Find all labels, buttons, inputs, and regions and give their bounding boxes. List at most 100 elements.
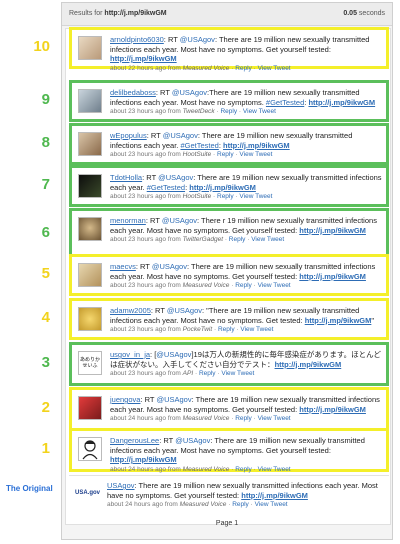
reply-link[interactable]: Reply	[217, 151, 234, 158]
usa-gov-logo-icon[interactable]: USA.gov	[75, 482, 100, 506]
tweet-username-link[interactable]: delilbedaboss	[110, 88, 156, 97]
tweet-source[interactable]: PockeTwit	[183, 326, 213, 333]
tweet-mention-link[interactable]: @USAgov	[167, 306, 202, 315]
person-photo-icon[interactable]	[78, 263, 102, 287]
tweet-username-link[interactable]: juengova	[110, 395, 140, 404]
view-tweet-link[interactable]: View Tweet	[243, 108, 276, 115]
cartoon-face-icon[interactable]	[78, 307, 102, 331]
tweet-timestamp[interactable]: about 23 hours ago	[110, 108, 166, 115]
results-for: Results for http://j.mp/9ikwGM	[69, 10, 167, 17]
tweet-source[interactable]: TwitterGadget	[183, 236, 223, 243]
person-photo-icon[interactable]	[78, 36, 102, 60]
rank-number: 8	[41, 134, 50, 151]
reply-link[interactable]: Reply	[235, 415, 252, 422]
tweet-timestamp[interactable]: about 23 hours ago	[110, 370, 166, 377]
rank-number: 3	[41, 354, 50, 371]
tweet-timestamp[interactable]: about 23 hours ago	[110, 282, 166, 289]
view-tweet-link[interactable]: View Tweet	[258, 415, 291, 422]
tweet-hashtag-link[interactable]: #GetTested	[266, 98, 304, 107]
view-tweet-link[interactable]: View Tweet	[258, 282, 291, 289]
tweet-hashtag-link[interactable]: #GetTested	[180, 141, 218, 150]
view-tweet-link[interactable]: View Tweet	[240, 326, 273, 333]
japanese-text-avatar-icon[interactable]: あめりか せいふ	[78, 351, 102, 375]
tweet-url-link[interactable]: http://j.mp/9ikwGM	[223, 141, 290, 150]
tweet-username-link[interactable]: TdotHolla	[110, 173, 142, 182]
tweet-mention-link[interactable]: @USAgov	[175, 436, 210, 445]
view-tweet-link[interactable]: View Tweet	[258, 65, 291, 72]
tweet-mention-link[interactable]: @USAgov	[156, 395, 191, 404]
tweet-url-link[interactable]: http://j.mp/9ikwGM	[241, 491, 308, 500]
tweet-body: juengova: RT @USAgov: There are 19 milli…	[110, 395, 382, 423]
tweet-mention-link[interactable]: @USAgov	[152, 262, 187, 271]
tweet-url-link[interactable]: http://j.mp/9ikwGM	[299, 405, 366, 414]
tweet-text: RT	[161, 436, 176, 445]
tweet-username-link[interactable]: DangerousLee	[110, 436, 159, 445]
person-photo-icon[interactable]	[78, 89, 102, 113]
tweet-source[interactable]: HootSuite	[183, 151, 212, 158]
reply-link[interactable]: Reply	[235, 282, 252, 289]
reply-link[interactable]: Reply	[199, 370, 216, 377]
person-photo-icon[interactable]	[78, 132, 102, 156]
reply-link[interactable]: Reply	[217, 193, 234, 200]
tweet-source[interactable]: Measured Voice	[183, 282, 230, 289]
tweet-url-link[interactable]: http://j.mp/9ikwGM	[308, 98, 375, 107]
tweet-timestamp[interactable]: about 23 hours ago	[110, 326, 166, 333]
tweet-source[interactable]: HootSuite	[183, 193, 212, 200]
tweet-username-link[interactable]: USAgov	[107, 481, 135, 490]
tweet-timestamp[interactable]: about 23 hours ago	[110, 151, 166, 158]
view-tweet-link[interactable]: View Tweet	[221, 370, 254, 377]
tweet-url-link[interactable]: http://j.mp/9ikwGM	[110, 455, 177, 464]
tweet-mention-link[interactable]: @USAgov	[158, 173, 193, 182]
tweet-hashtag-link[interactable]: #GetTested	[147, 183, 185, 192]
original-tweet: USA.gov USAgov: There are 19 million new …	[69, 475, 389, 517]
tweet-username-link[interactable]: usgov_in_ja	[110, 350, 150, 359]
tweet-source[interactable]: Measured Voice	[183, 65, 230, 72]
page-label[interactable]: Page 1	[216, 520, 238, 527]
tweet-username-link[interactable]: arnoldpinto6030	[110, 35, 164, 44]
tweet-url-link[interactable]: http://j.mp/9ikwGM	[110, 54, 177, 63]
reply-link[interactable]: Reply	[235, 65, 252, 72]
sketch-avatar-icon[interactable]	[78, 437, 102, 461]
tweet-timestamp[interactable]: about 24 hours ago	[110, 415, 166, 422]
view-tweet-link[interactable]: View Tweet	[258, 466, 291, 473]
view-tweet-link[interactable]: View Tweet	[239, 151, 272, 158]
reply-link[interactable]: Reply	[235, 466, 252, 473]
tweet-mention-link[interactable]: @USAgov	[162, 216, 197, 225]
tweet-text: RT	[148, 131, 163, 140]
tweet-mention-link[interactable]: @USAgov	[180, 35, 215, 44]
tweet-url-link[interactable]: http://j.mp/9ikwGM	[305, 316, 372, 325]
tweet-username-link[interactable]: menorman	[110, 216, 146, 225]
view-tweet-link[interactable]: View Tweet	[255, 501, 288, 508]
dog-photo-icon[interactable]	[78, 217, 102, 241]
tweet-source[interactable]: TweetDeck	[183, 108, 215, 115]
dark-photo-icon[interactable]	[78, 174, 102, 198]
view-tweet-link[interactable]: View Tweet	[239, 193, 272, 200]
tweet-text: RT	[152, 306, 167, 315]
tweet-timestamp[interactable]: about 24 hours ago	[110, 466, 166, 473]
tweet-timestamp[interactable]: about 24 hours ago	[107, 501, 163, 508]
tweet-mention-link[interactable]: @USAgov	[163, 131, 198, 140]
tweet-mention-link[interactable]: @USAgov	[156, 350, 191, 359]
tweet-source[interactable]: Measured Voice	[183, 466, 230, 473]
tweet-username-link[interactable]: adamw2005	[110, 306, 151, 315]
reply-link[interactable]: Reply	[232, 501, 249, 508]
reply-link[interactable]: Reply	[220, 108, 237, 115]
view-tweet-link[interactable]: View Tweet	[251, 236, 284, 243]
reply-link[interactable]: Reply	[218, 326, 235, 333]
action-separator: ·	[213, 193, 216, 200]
tweet-url-link[interactable]: http://j.mp/9ikwGM	[299, 272, 366, 281]
tweet-timestamp[interactable]: about 22 hours ago	[110, 65, 166, 72]
tweet-source[interactable]: API	[183, 370, 193, 377]
tweet-url-link[interactable]: http://j.mp/9ikwGM	[189, 183, 256, 192]
tweet-username-link[interactable]: wEpopulus	[110, 131, 147, 140]
tweet-timestamp[interactable]: about 23 hours ago	[110, 193, 166, 200]
tweet-username-link[interactable]: maecvs	[110, 262, 136, 271]
tweet-mention-link[interactable]: @USAgov	[172, 88, 207, 97]
tweet-url-link[interactable]: http://j.mp/9ikwGM	[299, 226, 366, 235]
reply-link[interactable]: Reply	[229, 236, 246, 243]
tweet-timestamp[interactable]: about 23 hours ago	[110, 236, 166, 243]
tweet-source[interactable]: Measured Voice	[183, 415, 230, 422]
red-avatar-icon[interactable]	[78, 396, 102, 420]
tweet-source[interactable]: Measured Voice	[180, 501, 227, 508]
tweet-url-link[interactable]: http://j.mp/9ikwGM	[275, 360, 342, 369]
